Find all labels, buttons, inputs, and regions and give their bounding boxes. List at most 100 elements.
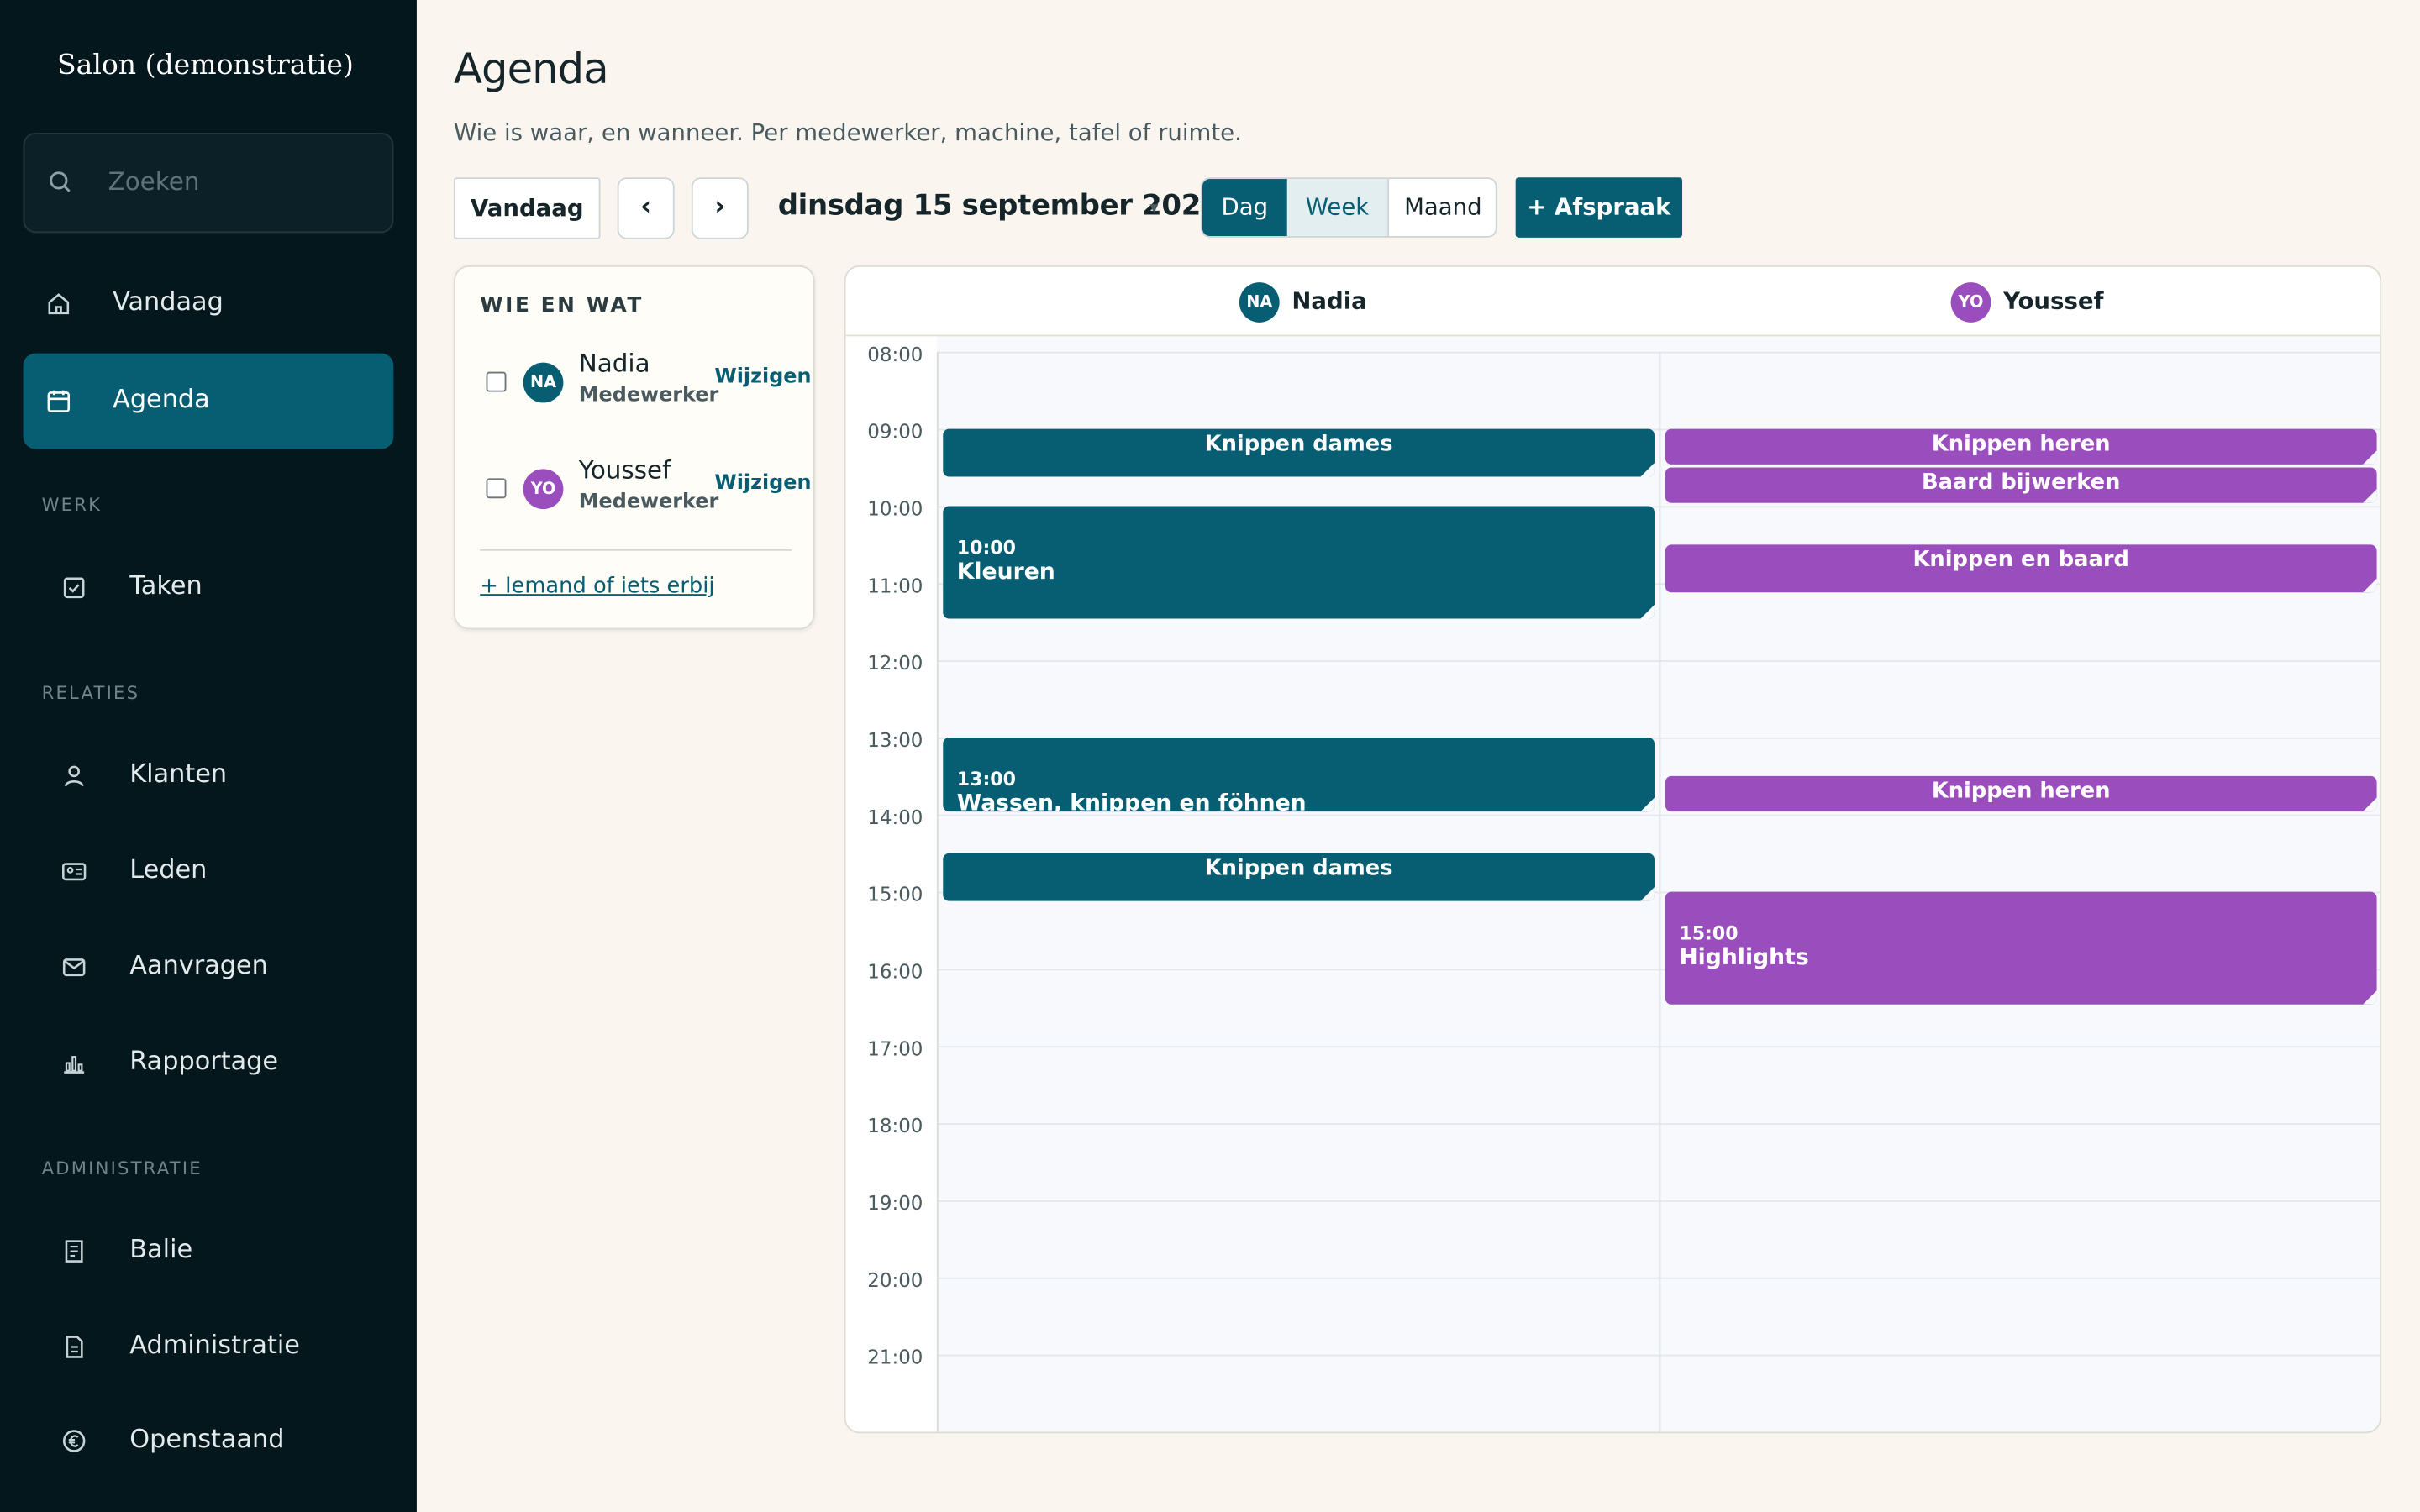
resize-handle[interactable] [1640,463,1655,478]
page-subtitle: Wie is waar, en wanneer. Per medewerker,… [454,118,1242,147]
nav-item-vandaag[interactable]: Vandaag [24,256,394,352]
bar-chart-icon [64,1056,85,1074]
appointment-title: Knippen dames [1204,856,1393,881]
nav-item-leden[interactable]: Leden [24,824,394,920]
column-name: Nadia [1292,286,1367,315]
view-day-button[interactable]: Dag [1202,179,1287,237]
appointment-title: Wassen, knippen en föhnen [956,791,1307,812]
nav-item-klanten[interactable]: Klanten [24,728,394,824]
appointment-block[interactable]: 13:00 Wassen, knippen en föhnen [943,737,1655,812]
resource-name: Nadia [578,349,650,379]
resize-handle[interactable] [1640,605,1655,619]
column-divider [936,351,939,1432]
resize-handle[interactable] [2363,990,2377,1005]
time-label: 11:00 [867,574,923,597]
appointment-block[interactable]: Knippen dames [943,428,1655,478]
search-placeholder: Zoeken [108,166,200,197]
nav-item-label: Agenda [113,384,210,414]
nav-item-label: Leden [129,854,208,885]
appointment-block[interactable]: Knippen heren [1665,428,2377,465]
avatar: YO [523,469,564,510]
home-icon [48,293,70,315]
column-divider [1659,351,1661,1432]
appointment-time: 13:00 [956,768,1016,790]
avatar: YO [1950,282,1991,323]
column-name: Youssef [2003,286,2104,315]
appointment-title: Knippen heren [1931,432,2111,457]
page-title: Agenda [454,46,609,95]
avatar: NA [1239,282,1280,323]
resize-handle[interactable] [2363,489,2377,503]
resource-name: Youssef [578,454,671,485]
time-label: 16:00 [867,959,923,984]
nav-item-agenda[interactable]: Agenda [23,353,394,449]
prev-day-button[interactable]: ‹ [617,177,675,239]
view-week-button[interactable]: Week [1286,179,1388,237]
search-icon [50,171,71,192]
who-panel-title: WIE EN WAT [480,292,644,318]
resource-role: Medewerker [578,384,719,407]
resize-handle[interactable] [1640,797,1655,812]
brand-name: Salon (demonstratie) [56,49,354,82]
edit-resource-link[interactable]: Wijzigen [714,472,811,496]
appointment-block[interactable]: Knippen heren [1665,775,2377,812]
nav-item-label: Aanvragen [129,950,268,980]
resource-checkbox[interactable] [486,371,507,392]
resize-handle[interactable] [1640,887,1655,902]
id-card-icon [62,863,87,881]
time-label: 17:00 [867,1037,923,1060]
who-panel: WIE EN WAT NA Nadia Medewerker Wijzigen … [454,265,817,630]
time-label: 08:00 [867,342,923,366]
appointment-title: Highlights [1679,945,1809,971]
appointment-block[interactable]: 10:00 Kleuren [943,506,1655,619]
appointment-time: 15:00 [1679,922,1739,945]
appointment-title: Kleuren [956,559,1055,585]
resource-checkbox[interactable] [486,478,507,499]
day-calendar: NA Nadia YO Youssef 08:00 09:00 10:00 11:00… [844,265,2382,1434]
resource-role: Medewerker [578,491,719,514]
nav-item-taken[interactable]: Taken [24,540,394,636]
today-button[interactable]: Vandaag [454,177,601,239]
resize-handle[interactable] [2363,450,2377,465]
resource-row-nadia: NA Nadia Medewerker Wijzigen [455,349,817,426]
appointment-block[interactable]: Baard bijwerken [1665,467,2377,503]
time-label: 12:00 [867,651,923,675]
view-month-button[interactable]: Maand [1387,179,1496,237]
add-resource-link[interactable]: + Iemand of iets erbij [480,574,714,598]
avatar: NA [523,362,564,403]
next-day-button[interactable]: › [691,177,749,239]
mail-icon [62,958,86,977]
appointment-title: Knippen dames [1204,432,1393,457]
appointment-title: Baard bijwerken [1921,470,2121,496]
appointment-block[interactable]: Knippen en baard [1665,544,2377,593]
add-appointment-button[interactable]: + Afspraak [1515,177,1683,238]
chevron-down-icon[interactable]: ▾ [1150,197,1158,218]
view-switcher: Dag Week Maand [1200,177,1497,238]
nav-item-openstaand[interactable]: Openstaand [24,1394,394,1489]
nav-item-aanvragen[interactable]: Aanvragen [24,920,394,1016]
appointment-title: Knippen en baard [1912,548,2129,573]
nav-item-label: Klanten [129,759,228,789]
section-label-relaties: RELATIES [41,681,140,704]
edit-resource-link[interactable]: Wijzigen [714,365,811,389]
appointment-time: 10:00 [956,537,1016,559]
time-label: 20:00 [867,1268,923,1292]
time-label: 14:00 [867,805,923,829]
nav-item-balie[interactable]: Balie [24,1204,394,1299]
time-label: 10:00 [867,496,923,520]
resource-row-youssef: YO Youssef Medewerker Wijzigen [455,455,817,533]
calendar-icon [47,390,71,412]
nav-item-label: Rapportage [129,1046,279,1076]
search-input[interactable]: Zoeken [23,132,394,234]
time-label: 21:00 [867,1345,923,1369]
nav-item-rapportage[interactable]: Rapportage [24,1016,394,1111]
time-label: 13:00 [867,727,923,752]
appointment-block[interactable]: Knippen dames [943,853,1655,902]
appointment-block[interactable]: 15:00 Highlights [1665,891,2377,1005]
nav-item-label: Taken [129,570,203,601]
nav-item-administratie[interactable]: Administratie [24,1299,394,1395]
appointment-title: Knippen heren [1931,779,2111,804]
resize-handle[interactable] [2363,579,2377,593]
resize-handle[interactable] [2363,797,2377,812]
section-label-werk: WERK [41,493,103,516]
